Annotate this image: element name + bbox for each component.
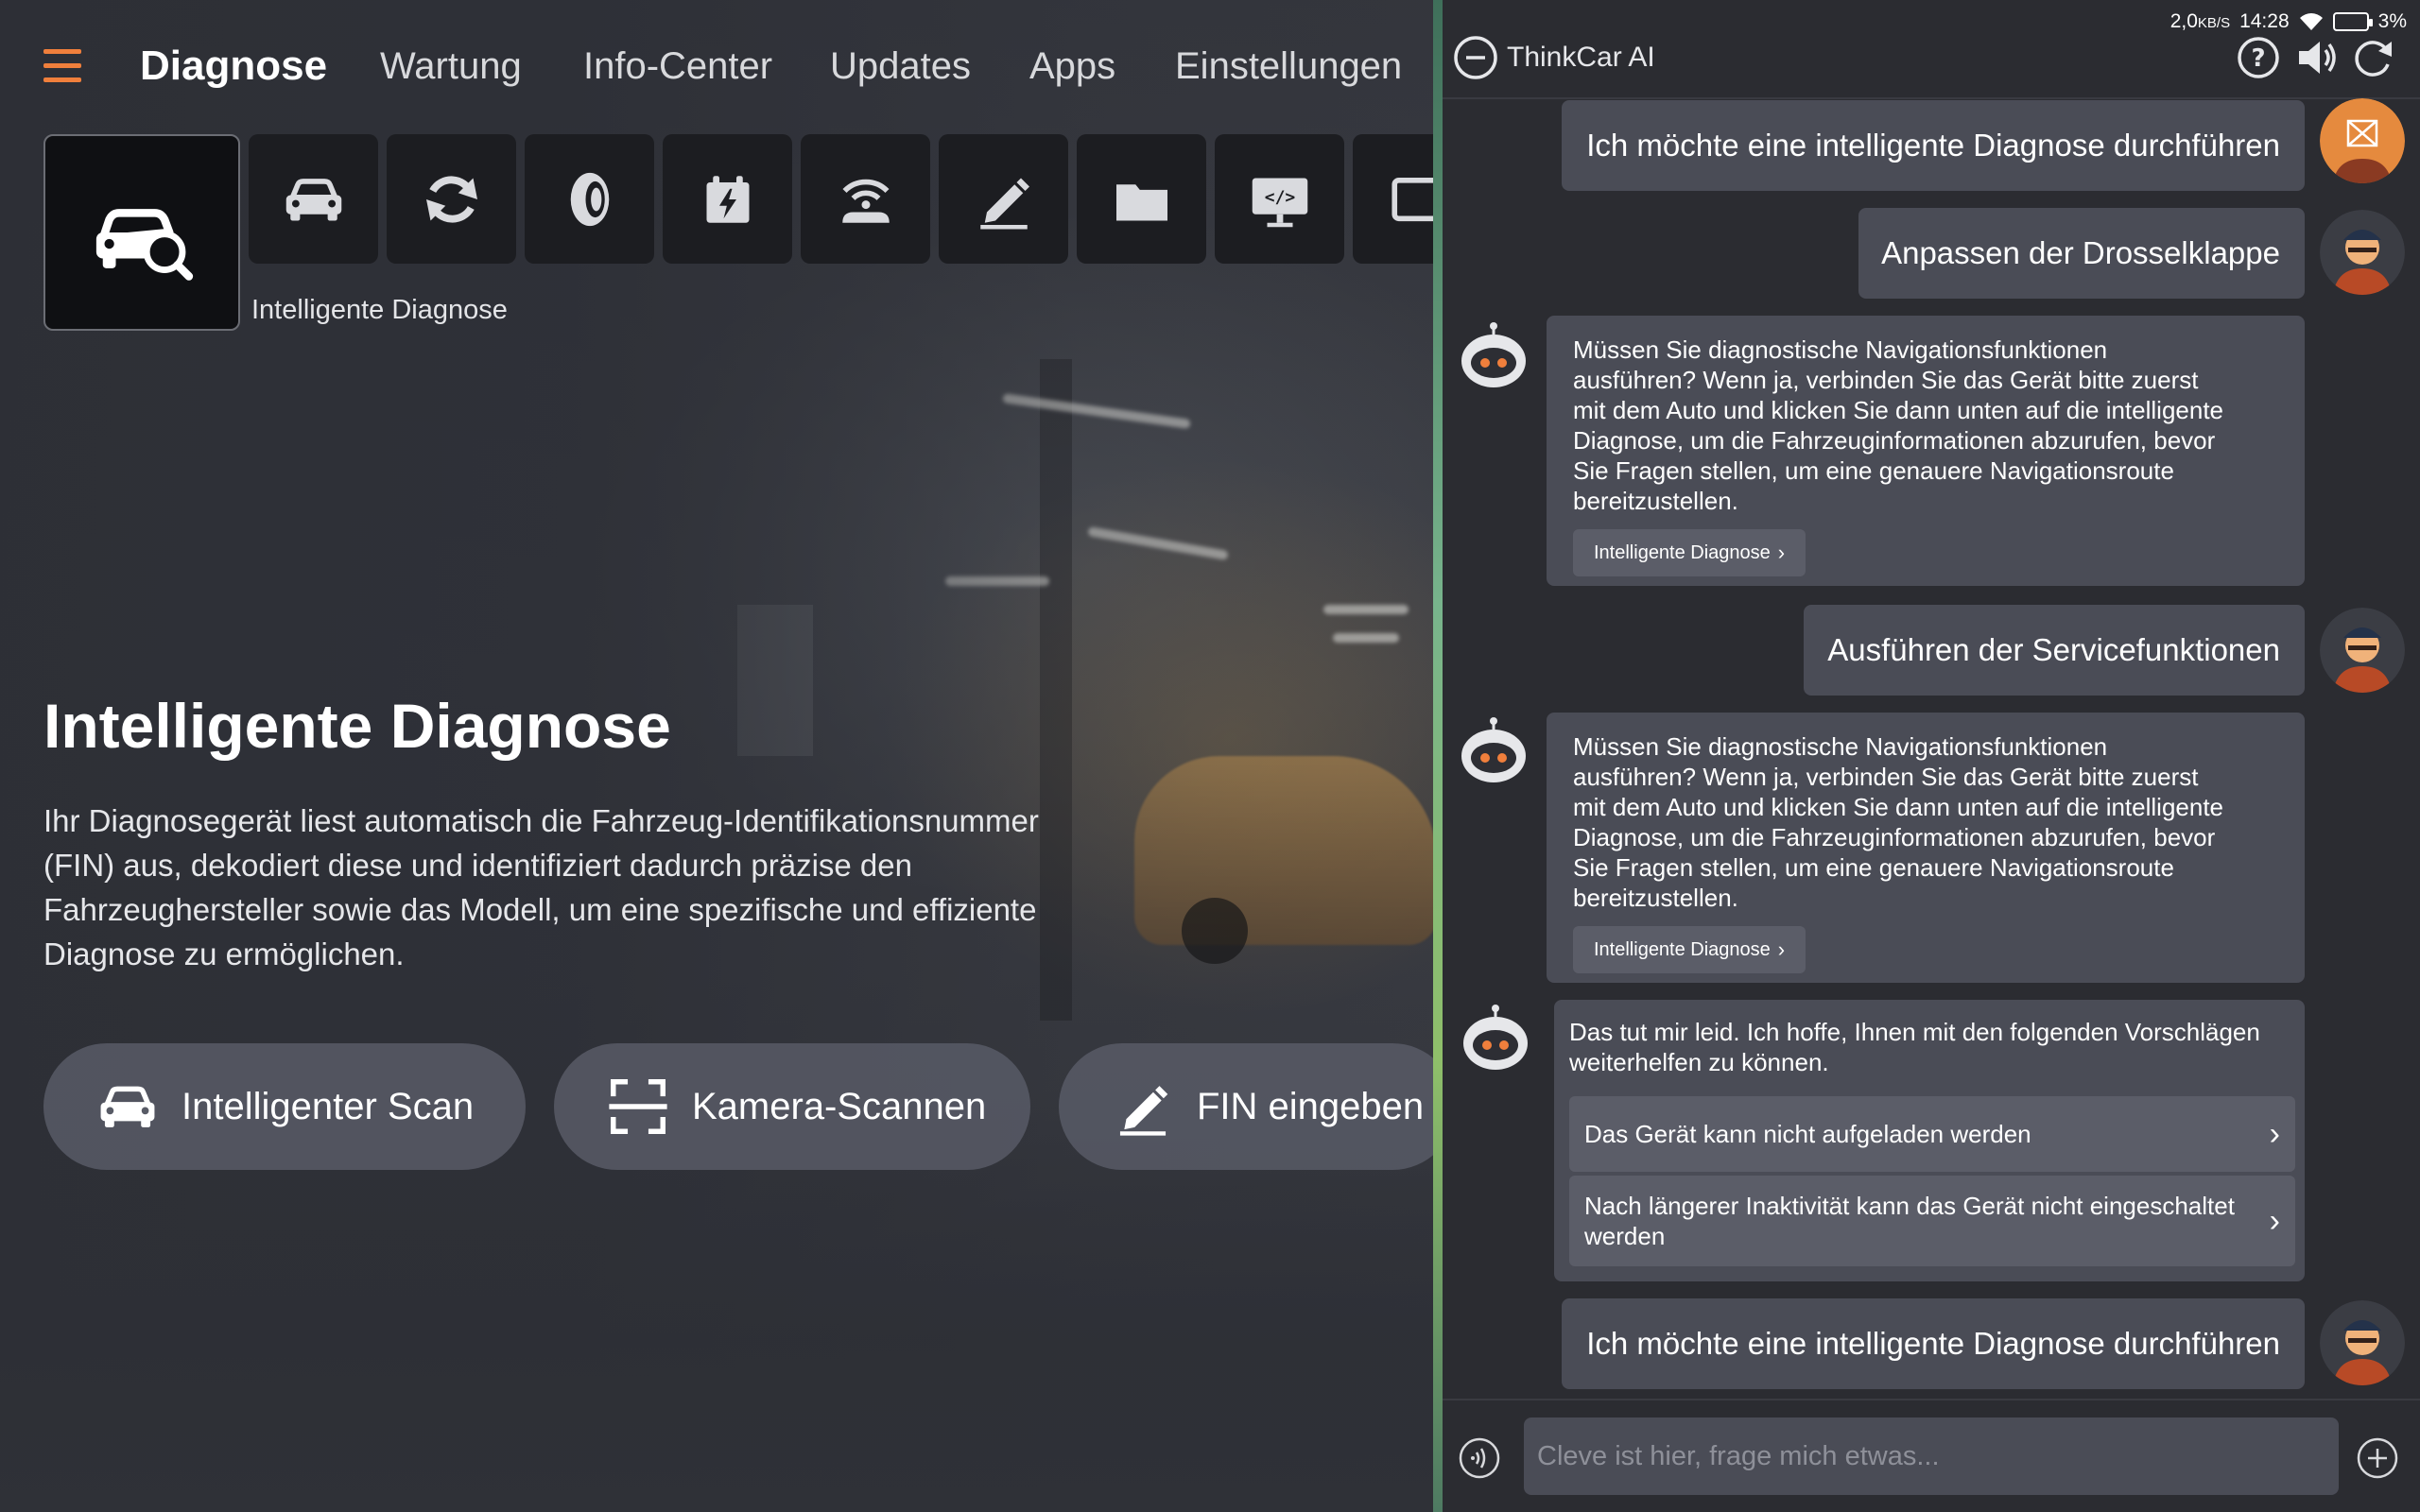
- top-navigation: Diagnose Wartung Info-Center Updates App…: [0, 38, 1439, 104]
- nav-tab-diagnose[interactable]: Diagnose: [140, 43, 327, 90]
- car-icon: [100, 1086, 155, 1127]
- selected-tile-caption: Intelligente Diagnose: [251, 295, 508, 325]
- chat-input-bar: [1443, 1399, 2420, 1512]
- nav-tab-wartung[interactable]: Wartung: [380, 45, 522, 88]
- chat-message-input[interactable]: [1524, 1418, 2339, 1495]
- user-avatar: [2320, 98, 2405, 183]
- diagnose-app: Diagnose Wartung Info-Center Updates App…: [0, 0, 1439, 1512]
- speaker-icon[interactable]: [2293, 34, 2341, 81]
- scan-frame-icon: [609, 1079, 667, 1134]
- tile-tire[interactable]: [525, 134, 654, 264]
- battery-calendar-icon: [706, 175, 749, 223]
- folder-icon: [1115, 183, 1167, 220]
- minimize-circle-icon[interactable]: [1452, 34, 1499, 81]
- tile-wireless[interactable]: [801, 134, 930, 264]
- avatar-placeholder-icon: [2320, 98, 2405, 183]
- camera-scan-button[interactable]: Kamera-Scannen: [554, 1043, 1030, 1170]
- svg-text:?: ?: [2251, 44, 2265, 73]
- mechanic-avatar-icon: [2320, 210, 2405, 295]
- tire-icon: [570, 172, 609, 226]
- user-message: Ausführen der Servicefunktionen: [1804, 605, 2305, 696]
- tile-intelligent-diagnosis[interactable]: [43, 134, 240, 331]
- add-attachment-icon[interactable]: [2356, 1436, 2399, 1480]
- user-message: Ich möchte eine intelligente Diagnose du…: [1562, 100, 2305, 191]
- user-avatar: [2320, 210, 2405, 295]
- partial-tile-icon: [1391, 177, 1439, 221]
- function-tiles: </> Intelligente Diagnose: [43, 134, 1439, 333]
- car-search-icon: [95, 209, 194, 281]
- panel-divider: [1433, 0, 1443, 1512]
- suggestion-item[interactable]: Das Gerät kann nicht aufgeladen werden: [1569, 1096, 2295, 1172]
- help-icon[interactable]: ?: [2235, 34, 2282, 81]
- robot-avatar-icon: [1461, 717, 1526, 782]
- nav-tab-info-center[interactable]: Info-Center: [583, 45, 772, 88]
- enter-vin-button[interactable]: FIN eingeben: [1059, 1043, 1439, 1170]
- mechanic-avatar-icon: [2320, 608, 2405, 693]
- mechanic-avatar-icon: [2320, 1300, 2405, 1385]
- bot-message-text: Müssen Sie diagnostische Navigationsfunk…: [1573, 732, 2224, 912]
- user-avatar: [2320, 1300, 2405, 1385]
- tile-folder[interactable]: [1077, 134, 1206, 264]
- chat-header: ThinkCar AI ?: [1443, 28, 2420, 99]
- reload-icon[interactable]: [2350, 34, 2397, 81]
- suggestion-item[interactable]: Nach längerer Inaktivität kann das Gerät…: [1569, 1176, 2295, 1266]
- code-monitor-icon: </>: [1252, 178, 1307, 227]
- voice-input-icon[interactable]: [1458, 1436, 1501, 1480]
- page-description: Ihr Diagnosegerät liest automatisch die …: [43, 803, 1039, 971]
- svg-text:</>: </>: [1264, 187, 1295, 207]
- tile-edit[interactable]: [939, 134, 1068, 264]
- bot-message-text: Das tut mir leid. Ich hoffe, Ihnen mit d…: [1569, 1018, 2260, 1076]
- nav-tab-apps[interactable]: Apps: [1029, 45, 1115, 88]
- refresh-icon: [425, 175, 477, 223]
- camera-scan-label: Kamera-Scannen: [692, 1085, 987, 1127]
- smart-scan-label: Intelligenter Scan: [182, 1085, 475, 1127]
- bot-message: Das tut mir leid. Ich hoffe, Ihnen mit d…: [1554, 1000, 2305, 1281]
- ai-chat-panel: 2,0KB/S 14:28 3% ThinkCar AI ? Ich möcht…: [1443, 0, 2420, 1512]
- nav-tab-updates[interactable]: Updates: [830, 45, 971, 88]
- tile-car[interactable]: [249, 134, 378, 264]
- chat-title: ThinkCar AI: [1507, 42, 1655, 73]
- user-avatar: [2320, 608, 2405, 693]
- pen-icon: [979, 178, 1029, 229]
- pen-icon: [1119, 1086, 1168, 1136]
- tile-refresh[interactable]: [387, 134, 516, 264]
- intelligent-diagnosis-link[interactable]: Intelligente Diagnose: [1573, 529, 1806, 576]
- wireless-car-icon: [841, 179, 890, 223]
- bot-message: Müssen Sie diagnostische Navigationsfunk…: [1547, 713, 2305, 983]
- tile-code[interactable]: </>: [1215, 134, 1344, 264]
- bot-message-text: Müssen Sie diagnostische Navigationsfunk…: [1573, 335, 2224, 515]
- smart-scan-button[interactable]: Intelligenter Scan: [43, 1043, 526, 1170]
- robot-avatar-icon: [1463, 1005, 1528, 1070]
- nav-tab-einstellungen[interactable]: Einstellungen: [1175, 45, 1402, 88]
- hamburger-menu-icon[interactable]: [43, 49, 81, 83]
- page-title: Intelligente Diagnose: [43, 691, 671, 761]
- user-message: Anpassen der Drosselklappe: [1858, 208, 2305, 299]
- user-message: Ich möchte eine intelligente Diagnose du…: [1562, 1298, 2305, 1389]
- robot-avatar-icon: [1461, 322, 1526, 387]
- tile-partial[interactable]: [1353, 134, 1439, 264]
- car-icon: [285, 178, 341, 220]
- bot-message: Müssen Sie diagnostische Navigationsfunk…: [1547, 316, 2305, 586]
- enter-vin-label: FIN eingeben: [1197, 1085, 1425, 1127]
- tile-battery-calendar[interactable]: [663, 134, 792, 264]
- intelligent-diagnosis-link[interactable]: Intelligente Diagnose: [1573, 926, 1806, 973]
